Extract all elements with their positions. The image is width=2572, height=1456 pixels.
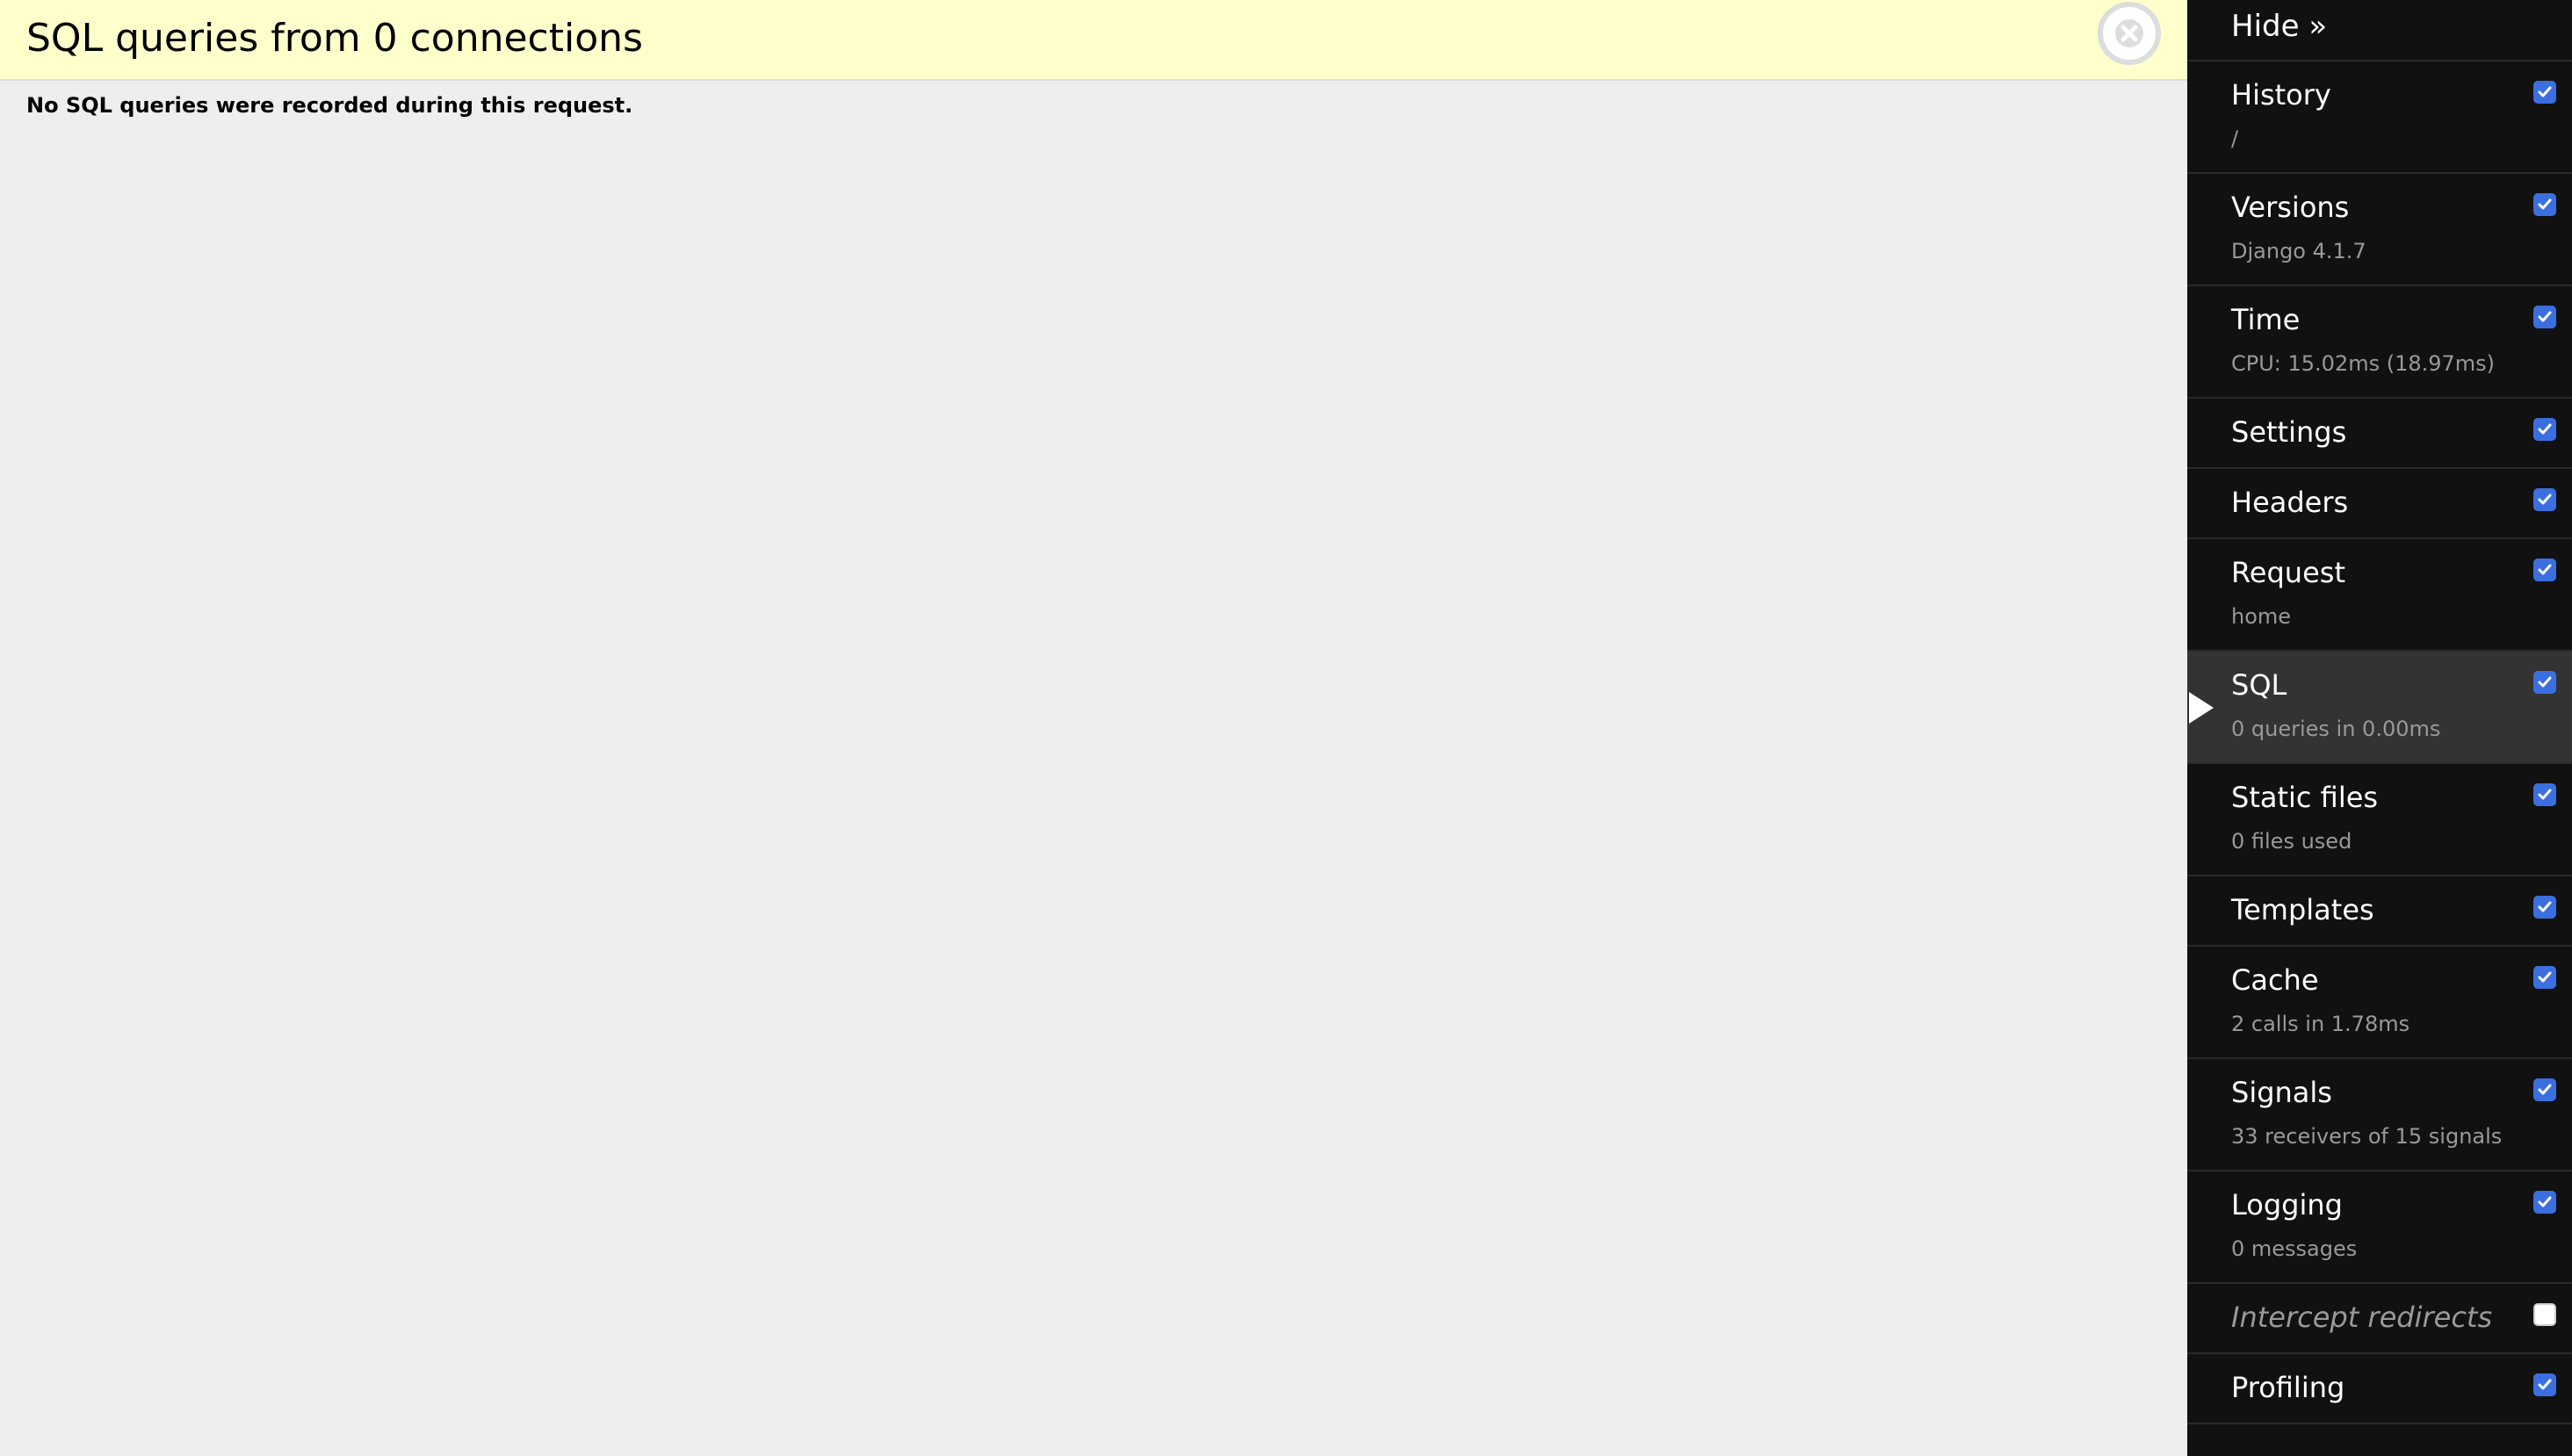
sql-panel: SQL queries from 0 connections No SQL qu… (0, 0, 2187, 1456)
checkmark-icon (2538, 901, 2552, 912)
toolbar-item-subtitle: 0 messages (2231, 1236, 2358, 1261)
checkmark-icon (2538, 1084, 2552, 1095)
toolbar-item-subtitle: CPU: 15.02ms (18.97ms) (2231, 351, 2496, 376)
panel-header: SQL queries from 0 connections (0, 0, 2187, 81)
toolbar-item-title: Cache (2231, 963, 2319, 997)
toolbar-item-subtitle: home (2231, 604, 2292, 629)
toolbar-item-logging[interactable]: Logging 0 messages (2187, 1171, 2572, 1284)
toolbar-item-subtitle: / (2231, 126, 2239, 151)
toolbar-item-checkbox[interactable] (2533, 1303, 2556, 1326)
panel-title: SQL queries from 0 connections (26, 16, 643, 61)
toolbar-item-title: Logging (2231, 1188, 2343, 1222)
toolbar-item-checkbox[interactable] (2533, 1078, 2556, 1101)
toolbar-item-sql[interactable]: SQL 0 queries in 0.00ms (2187, 652, 2572, 764)
checkmark-icon (2538, 1379, 2552, 1390)
toolbar-item-intercept-redirects[interactable]: Intercept redirects (2187, 1284, 2572, 1354)
checkmark-icon (2538, 86, 2552, 97)
toolbar-item-subtitle: 33 receivers of 15 signals (2231, 1124, 2503, 1149)
checkmark-icon (2538, 1196, 2552, 1207)
toolbar-item-time[interactable]: Time CPU: 15.02ms (18.97ms) (2187, 286, 2572, 399)
toolbar-item-checkbox[interactable] (2533, 559, 2556, 581)
toolbar-item-checkbox[interactable] (2533, 81, 2556, 104)
toolbar-item-subtitle: 0 files used (2231, 829, 2352, 854)
checkmark-icon (2538, 789, 2552, 800)
toolbar-item-settings[interactable]: Settings (2187, 399, 2572, 469)
toolbar-item-checkbox[interactable] (2533, 671, 2556, 694)
toolbar-item-signals[interactable]: Signals 33 receivers of 15 signals (2187, 1059, 2572, 1171)
toolbar-item-checkbox[interactable] (2533, 306, 2556, 328)
checkmark-icon (2538, 311, 2552, 322)
active-panel-arrow-icon (2189, 692, 2214, 724)
toolbar-item-checkbox[interactable] (2533, 488, 2556, 511)
toolbar-item-subtitle: Django 4.1.7 (2231, 239, 2366, 263)
toolbar-item-checkbox[interactable] (2533, 1191, 2556, 1214)
toolbar-item-title: Versions (2231, 191, 2350, 224)
toolbar-item-checkbox[interactable] (2533, 966, 2556, 989)
toolbar-item-title: SQL (2231, 668, 2287, 702)
checkmark-icon (2538, 423, 2552, 435)
toolbar-item-title: Request (2231, 556, 2345, 589)
toolbar-item-checkbox[interactable] (2533, 896, 2556, 919)
toolbar-item-title: Static files (2231, 781, 2379, 814)
toolbar-item-checkbox[interactable] (2533, 193, 2556, 216)
toolbar-item-title: Intercept redirects (2231, 1301, 2493, 1334)
checkmark-icon (2538, 198, 2552, 210)
toolbar-item-title: Profiling (2231, 1371, 2345, 1404)
hide-toolbar-link[interactable]: Hide » (2231, 7, 2327, 46)
toolbar-item-cache[interactable]: Cache 2 calls in 1.78ms (2187, 947, 2572, 1059)
toolbar-item-title: Time (2231, 303, 2301, 336)
toolbar-item-checkbox[interactable] (2533, 783, 2556, 806)
toolbar-item-checkbox[interactable] (2533, 418, 2556, 441)
toolbar-item-headers[interactable]: Headers (2187, 469, 2572, 539)
toolbar-item-versions[interactable]: Versions Django 4.1.7 (2187, 174, 2572, 286)
checkmark-icon (2538, 676, 2552, 688)
toolbar-item-templates[interactable]: Templates (2187, 876, 2572, 947)
checkmark-icon (2538, 971, 2552, 983)
toolbar-item-title: Signals (2231, 1076, 2332, 1109)
toolbar-item-checkbox[interactable] (2533, 1373, 2556, 1396)
close-button[interactable] (2098, 2, 2161, 65)
toolbar-item-profiling[interactable]: Profiling (2187, 1354, 2572, 1424)
toolbar-item-request[interactable]: Request home (2187, 539, 2572, 652)
toolbar-item-title: Headers (2231, 486, 2349, 519)
toolbar-item-subtitle: 2 calls in 1.78ms (2231, 1012, 2410, 1036)
toolbar-item-subtitle: 0 queries in 0.00ms (2231, 717, 2441, 741)
toolbar-item-title: Templates (2231, 893, 2374, 926)
panel-message: No SQL queries were recorded during this… (26, 93, 633, 118)
toolbar-item-history[interactable]: History / (2187, 61, 2572, 174)
checkmark-icon (2538, 494, 2552, 505)
toolbar-item-title: Settings (2231, 415, 2347, 449)
toolbar-item-title: History (2231, 78, 2331, 112)
checkmark-icon (2538, 564, 2552, 575)
debug-toolbar: Hide » History / Versions Django 4.1.7 Time C… (2187, 0, 2572, 1456)
toolbar-item-static-files[interactable]: Static files 0 files used (2187, 764, 2572, 876)
close-circle-icon (2115, 19, 2143, 47)
